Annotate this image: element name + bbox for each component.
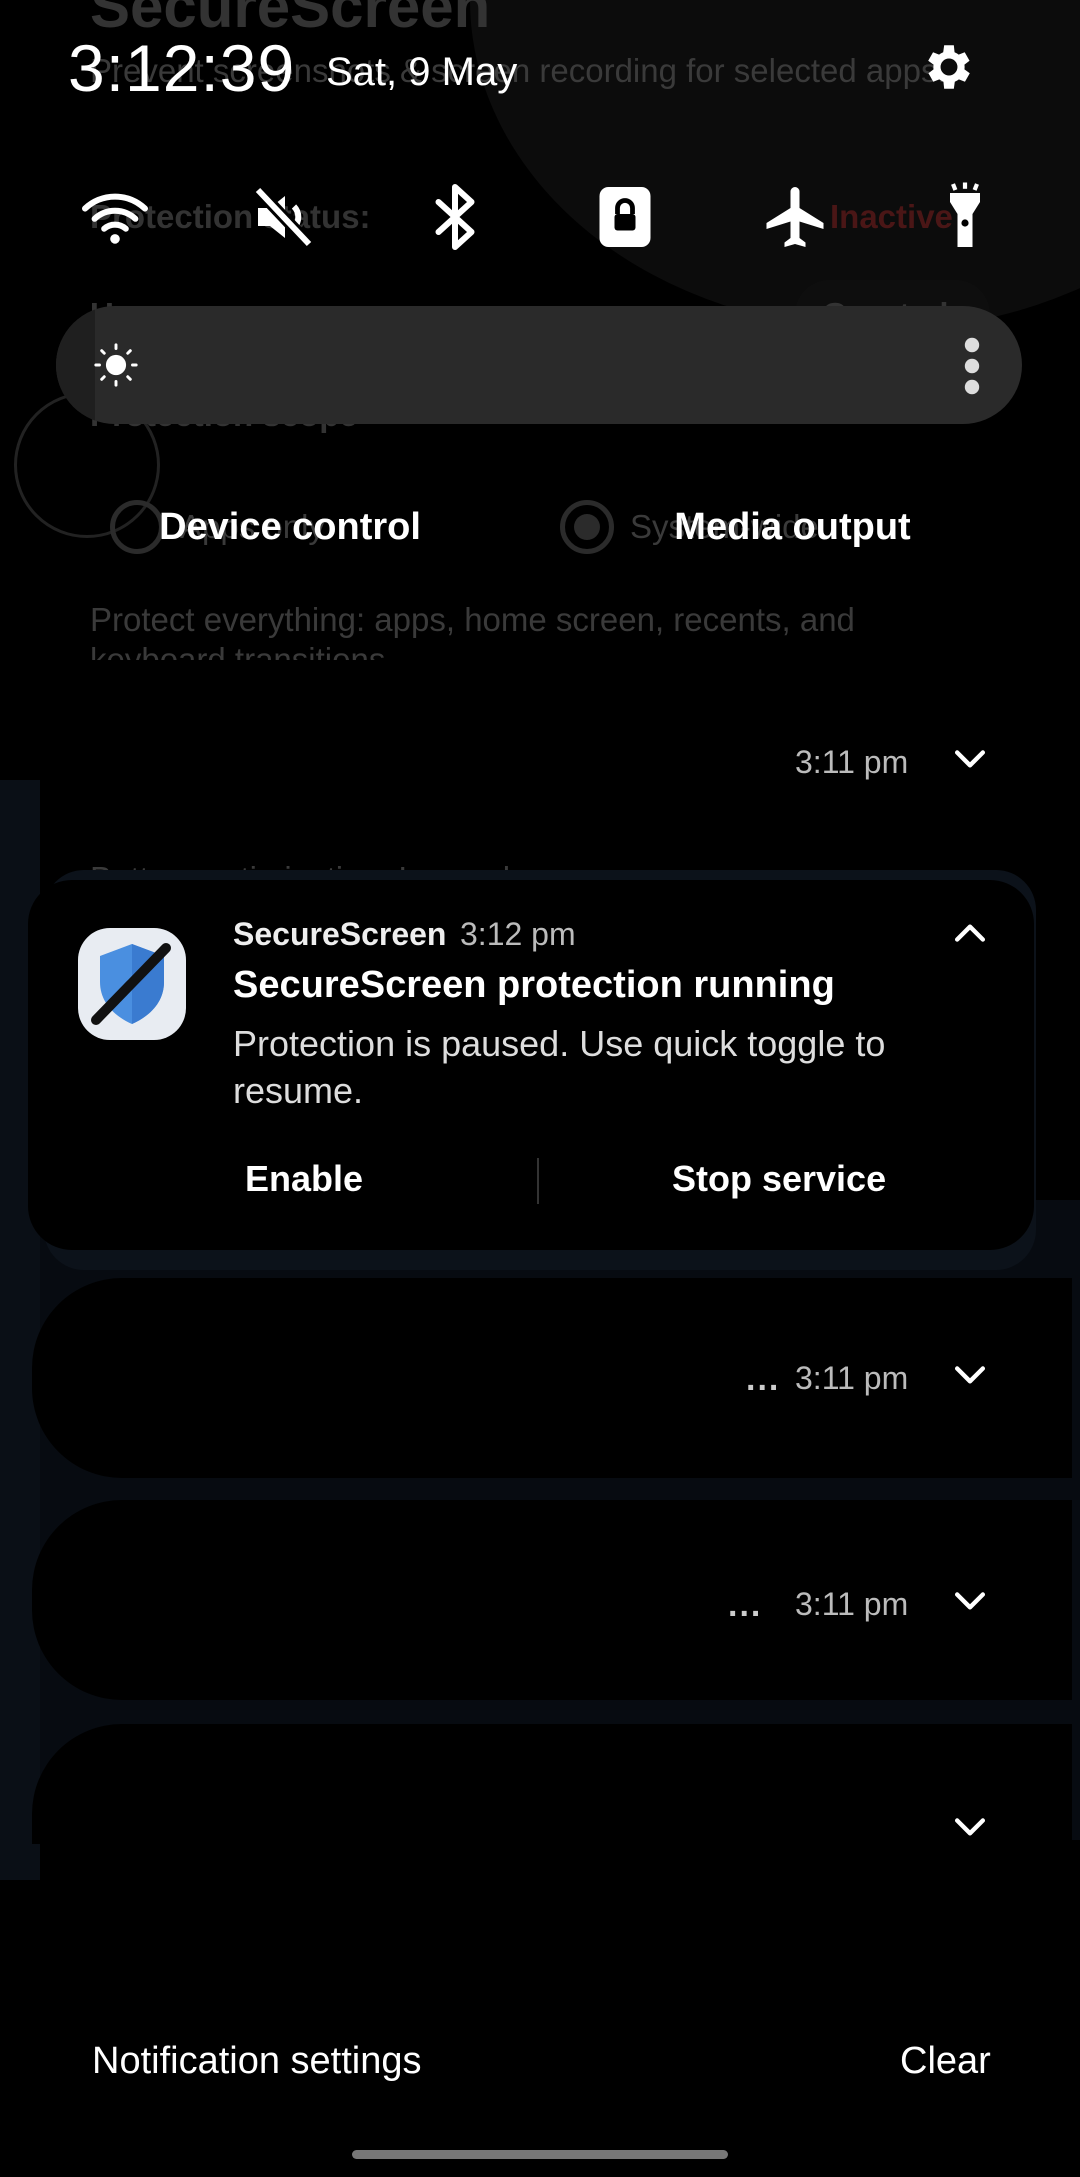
device-control-button[interactable]: Device control	[140, 506, 440, 549]
mute-icon	[253, 185, 314, 249]
brightness-more-options-icon[interactable]	[962, 336, 982, 396]
flashlight-toggle[interactable]	[920, 172, 1010, 262]
clock[interactable]: 3:12:39	[68, 30, 295, 106]
media-output-button[interactable]: Media output	[640, 506, 945, 549]
notification-time: 3:11 pm	[795, 1360, 909, 1396]
wifi-toggle[interactable]	[70, 172, 160, 262]
brightness-slider[interactable]	[56, 306, 1022, 424]
chevron-down-icon[interactable]	[948, 1804, 992, 1848]
chevron-up-icon[interactable]	[948, 912, 992, 956]
wifi-icon	[82, 193, 148, 244]
home-indicator[interactable]	[352, 2150, 728, 2159]
bg-radio-system-wide	[560, 500, 614, 554]
notification-ellipsis: ...	[728, 1586, 763, 1624]
rotation-lock-toggle[interactable]	[580, 172, 670, 262]
bluetooth-toggle[interactable]	[410, 172, 500, 262]
airplane-icon	[766, 187, 824, 247]
notification-time: 3:11 pm	[795, 1586, 909, 1622]
stop-service-button[interactable]: Stop service	[672, 1158, 886, 1200]
notification-settings-button[interactable]: Notification settings	[92, 2040, 422, 2083]
chevron-down-icon[interactable]	[948, 1352, 992, 1396]
clear-button[interactable]: Clear	[900, 2040, 991, 2083]
notification-stack-item[interactable]	[32, 1724, 1072, 1844]
notification-stack-item[interactable]	[32, 1500, 1072, 1700]
brightness-fill	[56, 306, 95, 424]
airplane-mode-toggle[interactable]	[750, 172, 840, 262]
bg-scope-description: Protect everything: apps, home screen, r…	[90, 601, 855, 660]
flashlight-icon	[950, 182, 980, 247]
sound-toggle[interactable]	[240, 172, 330, 262]
action-divider	[537, 1158, 539, 1204]
lock-icon	[599, 187, 651, 247]
enable-button[interactable]: Enable	[245, 1158, 363, 1200]
notification-stack-item[interactable]	[32, 1278, 1072, 1478]
background-decor-circle	[470, 0, 1080, 330]
notification-title: SecureScreen protection running	[233, 964, 835, 1006]
bluetooth-icon	[435, 184, 475, 250]
brightness-sun-icon	[94, 343, 138, 387]
notification-time: 3:11 pm	[795, 744, 909, 780]
securescreen-shield-icon	[78, 928, 186, 1040]
settings-gear-icon[interactable]	[920, 38, 978, 96]
notification-time: 3:12 pm	[460, 916, 576, 952]
notification-app-name: SecureScreen	[233, 916, 447, 952]
chevron-down-icon[interactable]	[948, 1578, 992, 1622]
date[interactable]: Sat, 9 May	[326, 50, 517, 95]
chevron-down-icon[interactable]	[948, 736, 992, 780]
notification-body: Protection is paused. Use quick toggle t…	[233, 1023, 886, 1111]
notification-ellipsis: ...	[746, 1360, 781, 1398]
